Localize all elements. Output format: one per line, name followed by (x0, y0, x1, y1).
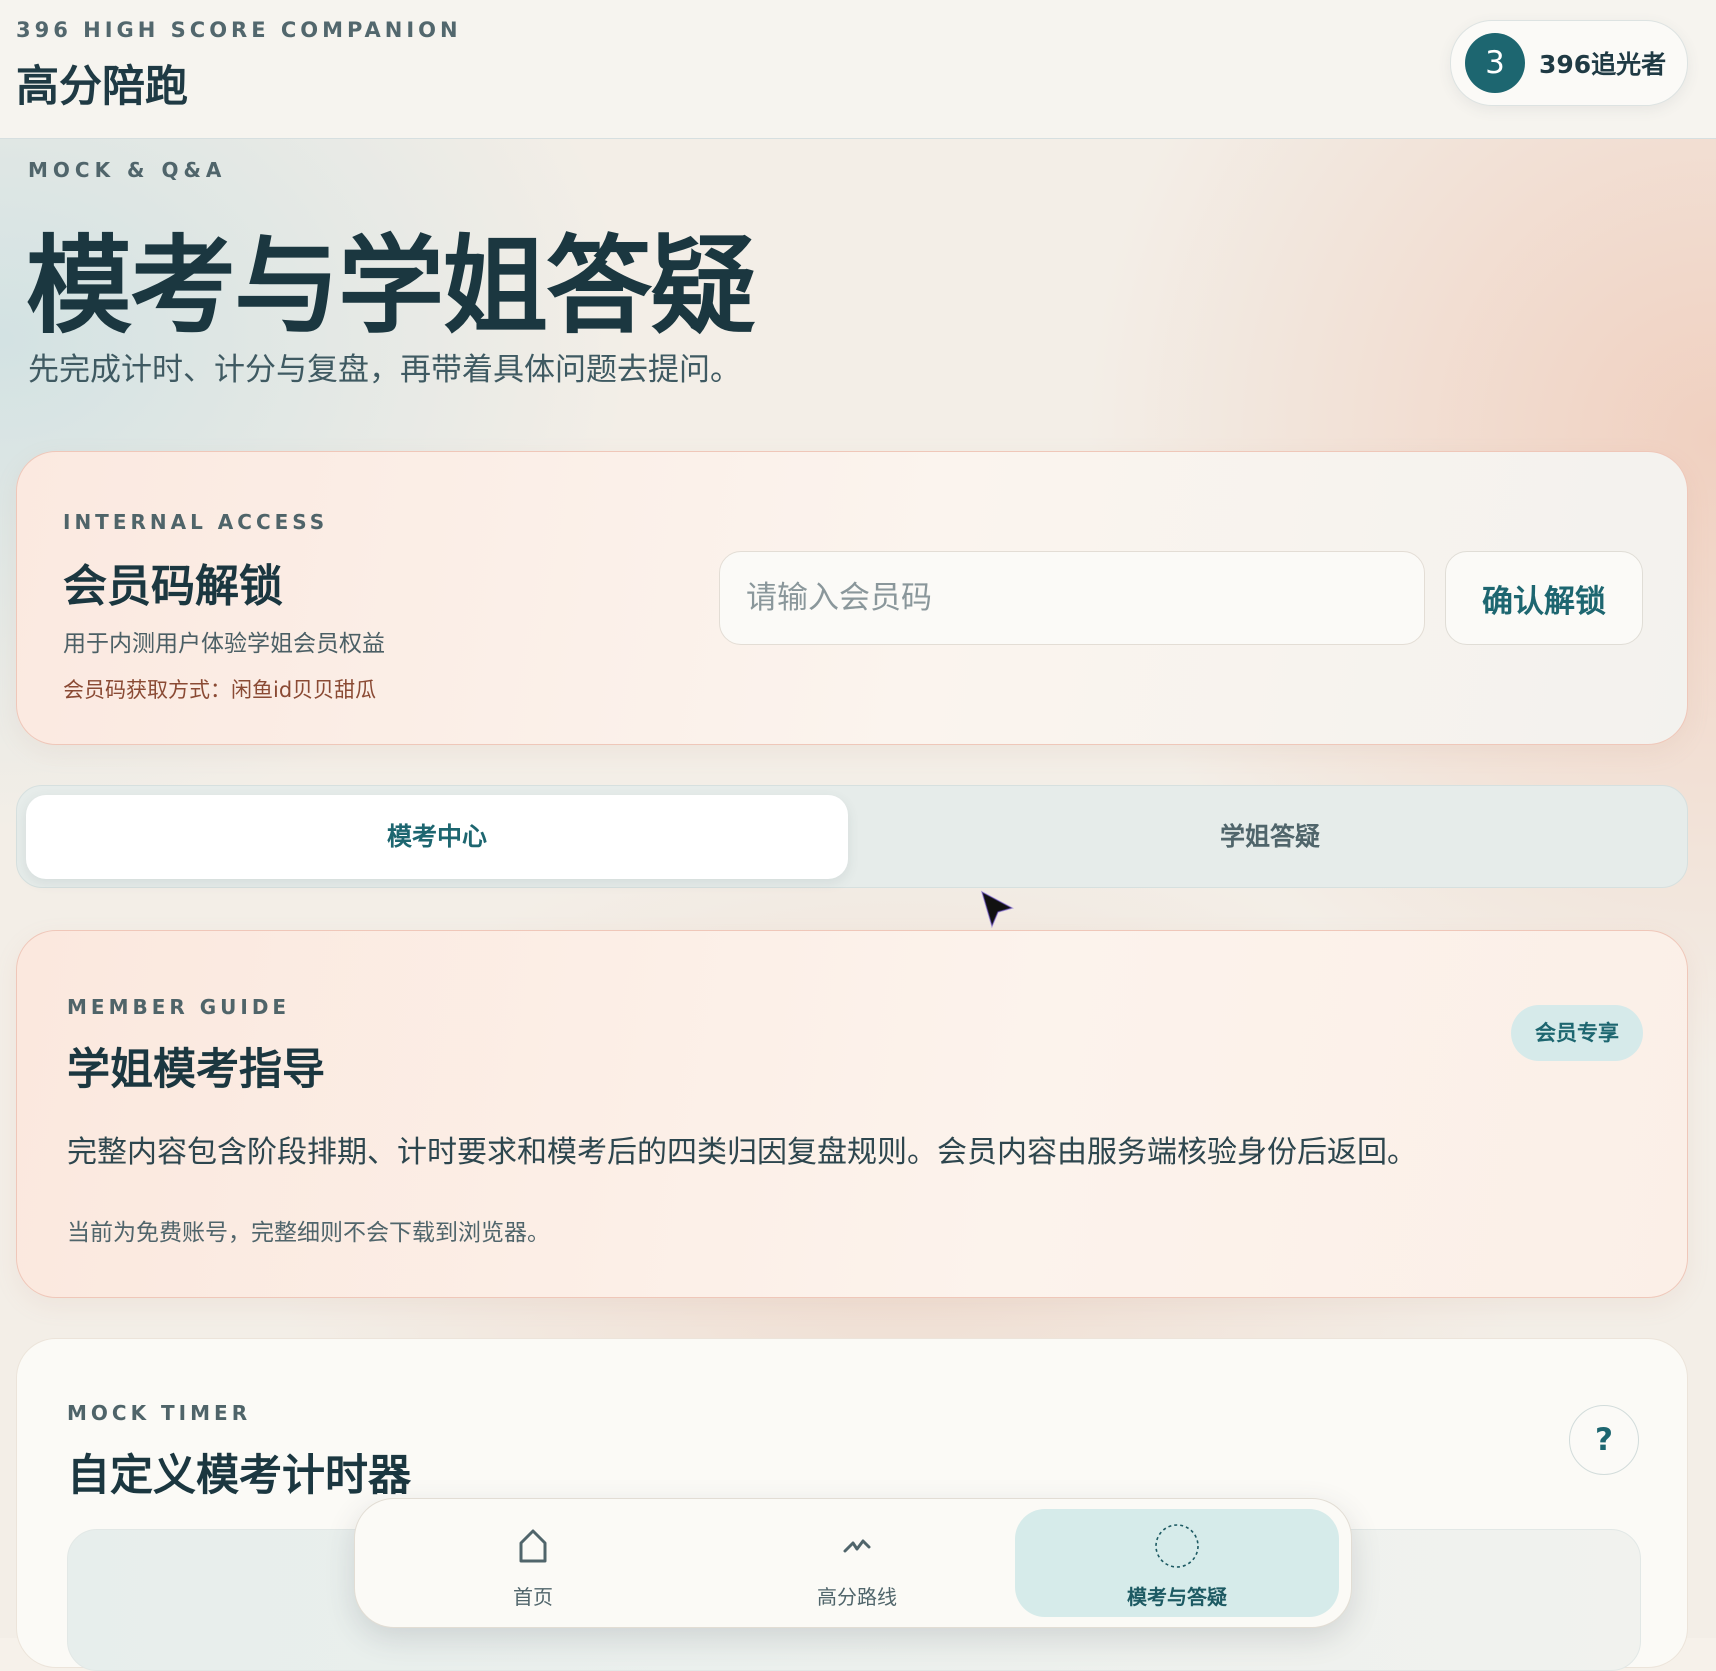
dashed-circle-icon (1155, 1524, 1199, 1568)
member-code-unlock-card: INTERNAL ACCESS 会员码解锁 用于内测用户体验学姐会员权益 会员码… (16, 451, 1688, 745)
page-title: 模考与学姐答疑 (26, 223, 756, 348)
avatar: 3 (1465, 33, 1525, 93)
section-tabs: 模考中心 学姐答疑 (16, 785, 1688, 888)
tab-senior-qa[interactable]: 学姐答疑 (860, 795, 1680, 879)
help-button[interactable]: ? (1569, 1405, 1639, 1475)
nav-item-high-score-route[interactable]: 高分路线 (695, 1509, 1019, 1617)
page-subtitle: 先完成计时、计分与复盘，再带着具体问题去提问。 (28, 352, 741, 388)
zigzag-route-icon (843, 1539, 871, 1553)
mouse-cursor-icon (980, 890, 1014, 929)
member-guide-card: MEMBER GUIDE 学姐模考指导 会员专享 完整内容包含阶段排期、计时要求… (16, 930, 1688, 1298)
nav-item-mock-qa[interactable]: 模考与答疑 (1015, 1509, 1339, 1617)
members-only-badge: 会员专享 (1511, 1005, 1643, 1061)
nav-label: 高分路线 (817, 1585, 897, 1609)
card-title: 自定义模考计时器 (67, 1451, 411, 1501)
member-code-input[interactable] (719, 551, 1425, 645)
card-description: 用于内测用户体验学姐会员权益 (63, 631, 385, 657)
card-title: 学姐模考指导 (67, 1045, 325, 1095)
user-name: 396追光者 (1539, 50, 1667, 79)
app-eyebrow: 396 HIGH SCORE COMPANION (16, 18, 462, 42)
tab-mock-center[interactable]: 模考中心 (26, 795, 848, 879)
card-eyebrow: INTERNAL ACCESS (63, 510, 329, 534)
top-bar: 396 HIGH SCORE COMPANION 高分陪跑 3 396追光者 (0, 0, 1716, 139)
guide-body-text: 完整内容包含阶段排期、计时要求和模考后的四类归因复盘规则。会员内容由服务端核验身… (67, 1135, 1417, 1170)
card-title: 会员码解锁 (63, 561, 283, 612)
home-icon (519, 1529, 547, 1563)
nav-item-home[interactable]: 首页 (371, 1509, 695, 1617)
nav-label: 模考与答疑 (1127, 1585, 1227, 1609)
free-account-note: 当前为免费账号，完整细则不会下载到浏览器。 (67, 1220, 550, 1246)
member-code-hint: 会员码获取方式：闲鱼id贝贝甜瓜 (63, 678, 377, 702)
bottom-navigation: 首页 高分路线 模考与答疑 (354, 1498, 1352, 1628)
hero-eyebrow: MOCK & Q&A (28, 158, 227, 182)
nav-label: 首页 (513, 1585, 553, 1609)
card-eyebrow: MEMBER GUIDE (67, 995, 291, 1019)
app-brand-title[interactable]: 高分陪跑 (16, 52, 188, 114)
confirm-unlock-button[interactable]: 确认解锁 (1445, 551, 1643, 645)
card-eyebrow: MOCK TIMER (67, 1401, 252, 1425)
user-profile-chip[interactable]: 3 396追光者 (1450, 20, 1688, 106)
